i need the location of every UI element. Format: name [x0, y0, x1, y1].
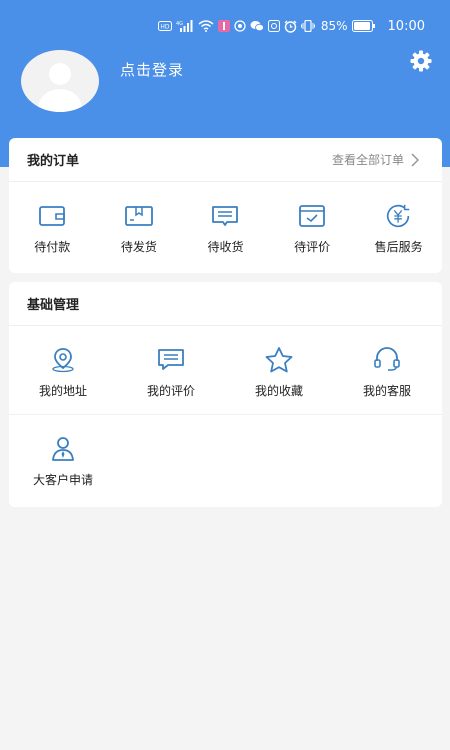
order-after-sales[interactable]: 售后服务	[355, 182, 442, 272]
status-bar: HD 4G 85% 10:00	[0, 0, 450, 52]
basic-row: 大客户申请	[9, 415, 442, 505]
gear-icon	[410, 50, 432, 72]
basic-title: 基础管理	[27, 298, 80, 313]
order-item-label: 待发货	[120, 240, 157, 254]
signal-icon: 4G	[176, 19, 194, 33]
avatar[interactable]	[21, 50, 99, 112]
location-icon	[52, 348, 74, 373]
basic-item-label: 我的客服	[362, 384, 411, 398]
my-address[interactable]: 我的地址	[9, 326, 117, 414]
basic-item-label: 大客户申请	[32, 473, 93, 487]
order-pending-payment[interactable]: 待付款	[9, 182, 96, 272]
app-notification-icon	[234, 19, 246, 33]
status-time: 10:00	[387, 18, 425, 34]
view-all-orders-link[interactable]: 查看全部订单	[332, 151, 420, 168]
order-pending-receipt[interactable]: 待收货	[182, 182, 269, 272]
default-avatar-icon	[37, 63, 83, 112]
orders-card: 我的订单 查看全部订单 待付款 待发货 待收货 待评价 售后服务	[9, 138, 442, 273]
chevron-right-icon	[411, 152, 420, 167]
browser-icon	[267, 19, 280, 33]
order-pending-shipment[interactable]: 待发货	[96, 182, 183, 272]
login-link[interactable]: 点击登录	[120, 59, 184, 80]
orders-title: 我的订单	[27, 154, 80, 169]
order-item-label: 售后服务	[374, 240, 423, 254]
view-all-orders-label: 查看全部订单	[331, 153, 404, 167]
basic-item-label: 我的收藏	[254, 384, 303, 398]
orders-row: 待付款 待发货 待收货 待评价 售后服务	[9, 182, 442, 272]
vip-customer-icon	[52, 437, 74, 461]
my-customer-service[interactable]: 我的客服	[333, 326, 441, 414]
basic-management-card: 基础管理 我的地址 我的评价 我的收藏 我的客服 大客户申请	[9, 282, 442, 507]
order-pending-review[interactable]: 待评价	[269, 182, 356, 272]
wallet-icon	[39, 206, 66, 226]
settings-button[interactable]	[408, 48, 434, 74]
alarm-icon	[284, 19, 297, 33]
review-icon	[299, 205, 325, 227]
wechat-icon	[250, 19, 264, 33]
svg-text:4G: 4G	[176, 21, 183, 27]
comment-icon	[158, 349, 184, 370]
headset-icon	[374, 347, 400, 371]
basic-item-label: 我的评价	[146, 384, 195, 398]
order-item-label: 待付款	[34, 240, 71, 254]
vibrate-icon	[300, 19, 315, 33]
package-icon	[124, 206, 153, 226]
wifi-icon	[198, 19, 214, 33]
battery-percent: 85%	[320, 19, 348, 33]
notification-app-icon	[217, 19, 230, 33]
order-item-label: 待收货	[207, 240, 244, 254]
hd-icon: HD	[157, 19, 172, 33]
order-item-label: 待评价	[294, 240, 331, 254]
svg-text:HD: HD	[160, 24, 170, 31]
vip-customer-apply[interactable]: 大客户申请	[9, 415, 117, 505]
basic-row: 我的地址 我的评价 我的收藏 我的客服	[9, 326, 442, 415]
basic-item-label: 我的地址	[38, 384, 87, 398]
after-sale-icon	[386, 204, 409, 228]
orders-header: 我的订单 查看全部订单	[9, 138, 442, 182]
star-icon	[265, 347, 293, 373]
receive-icon	[212, 206, 239, 226]
basic-header: 基础管理	[9, 282, 442, 326]
my-reviews[interactable]: 我的评价	[117, 326, 225, 414]
my-favorites[interactable]: 我的收藏	[225, 326, 333, 414]
battery-icon	[351, 19, 376, 33]
